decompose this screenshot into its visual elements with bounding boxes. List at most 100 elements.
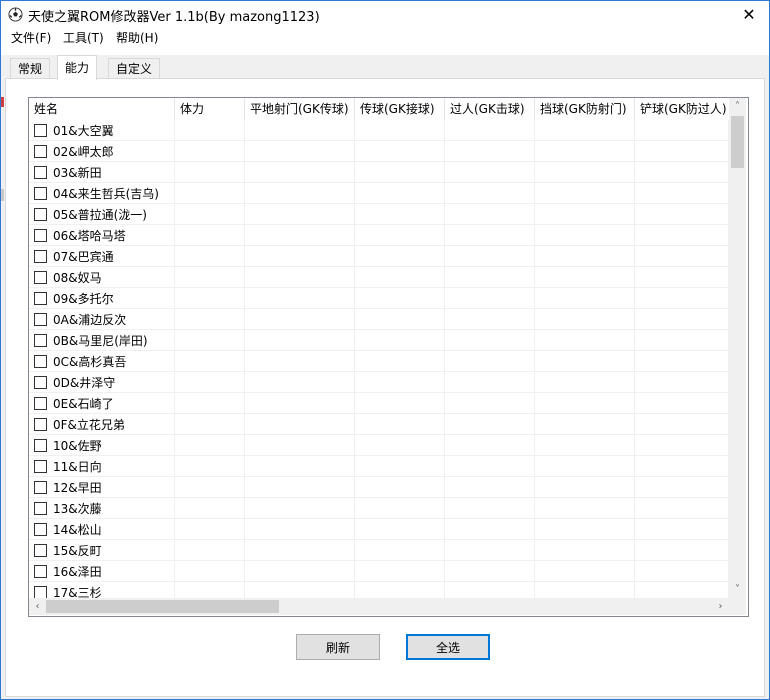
stat-cell <box>175 141 245 162</box>
player-name-cell: 14&松山 <box>29 519 175 540</box>
column-header-shoot[interactable]: 平地射门(GK传球) <box>245 98 355 120</box>
stat-cell <box>445 435 535 456</box>
row-checkbox[interactable] <box>34 270 47 284</box>
row-checkbox[interactable] <box>34 501 47 515</box>
row-checkbox[interactable] <box>34 207 47 221</box>
table-row[interactable]: 0C&高杉真吾 <box>29 351 729 372</box>
vertical-scroll-thumb[interactable] <box>731 116 744 168</box>
refresh-button[interactable]: 刷新 <box>296 634 380 660</box>
close-icon: ✕ <box>742 4 756 24</box>
stat-cell <box>635 498 729 519</box>
column-header-stamina[interactable]: 体力 <box>175 98 245 120</box>
table-row[interactable]: 12&早田 <box>29 477 729 498</box>
table-row[interactable]: 05&普拉通(泷一) <box>29 204 729 225</box>
menu-file[interactable]: 文件(F) <box>11 29 51 46</box>
row-checkbox[interactable] <box>34 228 47 242</box>
stat-cell <box>535 372 635 393</box>
table-row[interactable]: 03&新田 <box>29 162 729 183</box>
player-name-cell: 09&多托尔 <box>29 288 175 309</box>
menu-tools[interactable]: 工具(T) <box>63 29 104 46</box>
row-checkbox[interactable] <box>34 312 47 326</box>
stat-cell <box>535 120 635 141</box>
table-row[interactable]: 02&岬太郎 <box>29 141 729 162</box>
row-checkbox[interactable] <box>34 165 47 179</box>
row-checkbox[interactable] <box>34 564 47 578</box>
row-checkbox[interactable] <box>34 522 47 536</box>
stat-cell <box>535 456 635 477</box>
table-row[interactable]: 07&巴宾通 <box>29 246 729 267</box>
table-row[interactable]: 0B&马里尼(岸田) <box>29 330 729 351</box>
stat-cell <box>245 435 355 456</box>
table-row[interactable]: 0E&石崎了 <box>29 393 729 414</box>
table-row[interactable]: 16&泽田 <box>29 561 729 582</box>
row-checkbox[interactable] <box>34 543 47 557</box>
table-row[interactable]: 09&多托尔 <box>29 288 729 309</box>
player-name-cell: 0A&浦边反次 <box>29 309 175 330</box>
menu-help[interactable]: 帮助(H) <box>116 29 158 46</box>
row-checkbox[interactable] <box>34 396 47 410</box>
row-checkbox[interactable] <box>34 144 47 158</box>
row-checkbox[interactable] <box>34 186 47 200</box>
table-row[interactable]: 13&次藤 <box>29 498 729 519</box>
row-checkbox[interactable] <box>34 375 47 389</box>
select-all-button[interactable]: 全选 <box>406 634 490 660</box>
player-list[interactable]: 姓名 体力 平地射门(GK传球) 传球(GK接球) 过人(GK击球) 挡球(GK… <box>28 97 749 617</box>
scroll-up-icon[interactable]: ˄ <box>729 98 746 115</box>
column-header-name[interactable]: 姓名 <box>29 98 175 120</box>
stat-cell <box>245 120 355 141</box>
player-name: 0A&浦边反次 <box>53 312 127 327</box>
stat-cell <box>175 267 245 288</box>
stat-cell <box>635 540 729 561</box>
row-checkbox[interactable] <box>34 123 47 137</box>
row-checkbox[interactable] <box>34 249 47 263</box>
scroll-right-icon[interactable]: › <box>712 598 729 615</box>
table-row[interactable]: 01&大空翼 <box>29 120 729 141</box>
stat-cell <box>445 372 535 393</box>
stat-cell <box>355 561 445 582</box>
table-row[interactable]: 11&日向 <box>29 456 729 477</box>
stat-cell <box>635 204 729 225</box>
table-row[interactable]: 15&反町 <box>29 540 729 561</box>
row-checkbox[interactable] <box>34 333 47 347</box>
title-bar[interactable]: 天使之翼ROM修改器Ver 1.1b(By mazong1123) ✕ <box>1 1 769 27</box>
stat-cell <box>175 435 245 456</box>
scroll-down-icon[interactable]: ˅ <box>729 581 746 598</box>
table-row[interactable]: 0A&浦边反次 <box>29 309 729 330</box>
row-checkbox[interactable] <box>34 480 47 494</box>
player-name-cell: 03&新田 <box>29 162 175 183</box>
row-checkbox[interactable] <box>34 585 47 599</box>
close-button[interactable]: ✕ <box>729 1 769 27</box>
row-checkbox[interactable] <box>34 438 47 452</box>
horizontal-scroll-thumb[interactable] <box>46 600 279 613</box>
stat-cell <box>445 456 535 477</box>
table-row[interactable]: 08&奴马 <box>29 267 729 288</box>
column-header-dribble[interactable]: 过人(GK击球) <box>445 98 535 120</box>
column-header-tackle[interactable]: 铲球(GK防过人) <box>635 98 729 120</box>
row-checkbox[interactable] <box>34 417 47 431</box>
table-row[interactable]: 0F&立花兄弟 <box>29 414 729 435</box>
horizontal-scrollbar[interactable]: ‹ › <box>29 598 729 615</box>
tab-custom[interactable]: 自定义 <box>108 58 161 79</box>
tab-general[interactable]: 常规 <box>10 58 51 79</box>
stat-cell <box>355 204 445 225</box>
stat-cell <box>445 204 535 225</box>
stat-cell <box>445 162 535 183</box>
stat-cell <box>245 267 355 288</box>
tab-ability[interactable]: 能力 <box>57 55 98 80</box>
player-name: 16&泽田 <box>53 564 102 579</box>
table-row[interactable]: 0D&井泽守 <box>29 372 729 393</box>
stat-cell <box>175 204 245 225</box>
table-row[interactable]: 14&松山 <box>29 519 729 540</box>
column-header-block[interactable]: 挡球(GK防射门) <box>535 98 635 120</box>
column-header-pass[interactable]: 传球(GK接球) <box>355 98 445 120</box>
row-checkbox[interactable] <box>34 354 47 368</box>
row-checkbox[interactable] <box>34 291 47 305</box>
stat-cell <box>635 309 729 330</box>
row-checkbox[interactable] <box>34 459 47 473</box>
table-row[interactable]: 04&来生哲兵(吉乌) <box>29 183 729 204</box>
table-row[interactable]: 06&塔哈马塔 <box>29 225 729 246</box>
stat-cell <box>175 246 245 267</box>
vertical-scrollbar[interactable]: ˄ ˅ <box>729 98 746 598</box>
table-row[interactable]: 10&佐野 <box>29 435 729 456</box>
scroll-left-icon[interactable]: ‹ <box>29 598 46 615</box>
